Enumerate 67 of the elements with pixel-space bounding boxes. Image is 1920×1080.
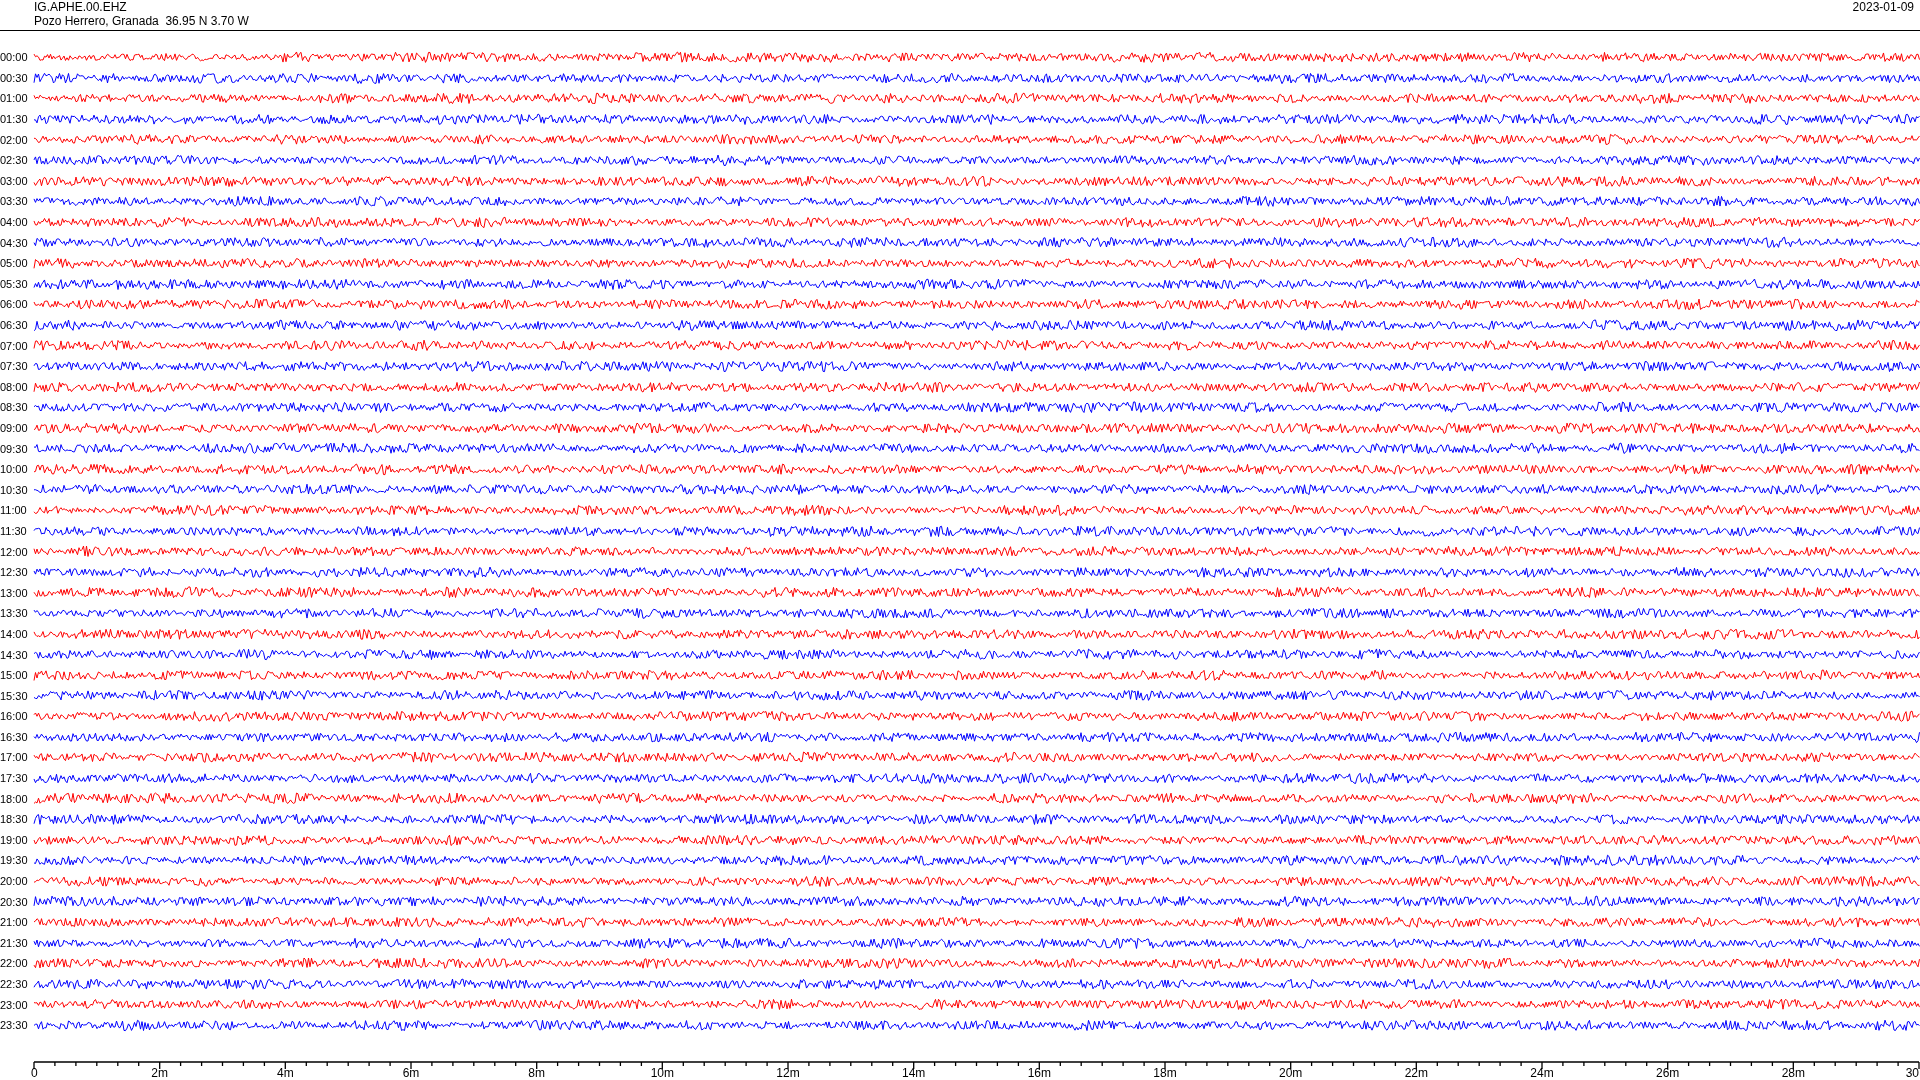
axis-tick-label: 8m bbox=[528, 1065, 545, 1078]
time-label: 06:30 bbox=[0, 319, 29, 331]
axis-tick-label: 6m bbox=[402, 1065, 420, 1078]
time-label: 18:00 bbox=[0, 792, 29, 805]
time-label: 21:30 bbox=[0, 936, 29, 949]
time-label: 20:30 bbox=[0, 895, 29, 908]
station-location: Pozo Herrero, Granada 36.95 N 3.70 W bbox=[34, 14, 249, 28]
time-label: 07:00 bbox=[0, 339, 29, 352]
time-label: 22:00 bbox=[0, 957, 29, 970]
time-label: 13:30 bbox=[0, 607, 29, 620]
time-label: 21:00 bbox=[0, 916, 29, 929]
time-label: 16:00 bbox=[0, 710, 29, 723]
time-label: 01:30 bbox=[0, 113, 29, 126]
time-label: 17:00 bbox=[0, 751, 29, 764]
time-label: 17:30 bbox=[0, 772, 29, 785]
time-label: 11:00 bbox=[0, 504, 28, 517]
time-label: 19:30 bbox=[0, 854, 29, 867]
time-label: 10:00 bbox=[0, 463, 29, 476]
axis-tick-label: 30 bbox=[1905, 1065, 1919, 1078]
time-label: 22:30 bbox=[0, 978, 29, 990]
time-label: 16:30 bbox=[0, 730, 29, 743]
time-label: 07:30 bbox=[0, 360, 29, 373]
time-label: 06:00 bbox=[0, 298, 29, 311]
time-label: 23:00 bbox=[0, 998, 29, 1011]
axis-tick-label: 20m bbox=[1279, 1065, 1303, 1078]
time-label: 23:30 bbox=[0, 1019, 29, 1032]
date-label: 2023-01-09 bbox=[1852, 0, 1914, 14]
time-label: 19:00 bbox=[0, 833, 29, 846]
axis-tick-label: 28m bbox=[1781, 1065, 1805, 1078]
time-label: 08:00 bbox=[0, 380, 29, 393]
time-label: 13:00 bbox=[0, 586, 29, 599]
axis-tick-label: 12m bbox=[776, 1065, 800, 1078]
time-label: 12:00 bbox=[0, 545, 29, 558]
time-label: 11:30 bbox=[0, 524, 28, 537]
time-label: 03:30 bbox=[0, 195, 29, 208]
time-label: 04:30 bbox=[0, 236, 29, 249]
axis-tick-label: 10m bbox=[650, 1065, 674, 1078]
time-label: 04:00 bbox=[0, 216, 29, 229]
time-label: 18:30 bbox=[0, 813, 29, 826]
axis-tick-label: 22m bbox=[1404, 1065, 1428, 1078]
time-label: 09:00 bbox=[0, 422, 29, 434]
time-label: 02:30 bbox=[0, 154, 29, 167]
axis-tick-label: 18m bbox=[1153, 1065, 1177, 1078]
axis-tick-label: 26m bbox=[1656, 1065, 1680, 1078]
time-label: 05:30 bbox=[0, 277, 29, 290]
time-label: 15:30 bbox=[0, 689, 29, 702]
axis-tick-label: 14m bbox=[902, 1065, 926, 1078]
time-label: 05:00 bbox=[0, 257, 29, 270]
time-label: 10:30 bbox=[0, 483, 29, 496]
axis-tick-label: 2m bbox=[151, 1065, 168, 1078]
axis-tick-label: 16m bbox=[1027, 1065, 1051, 1078]
time-label: 03:00 bbox=[0, 174, 29, 187]
time-label: 08:30 bbox=[0, 401, 29, 414]
time-label: 00:00 bbox=[0, 51, 29, 64]
axis-tick-label: 4m bbox=[277, 1065, 294, 1078]
time-label: 09:30 bbox=[0, 442, 29, 455]
time-label: 01:00 bbox=[0, 92, 29, 105]
station-code: IG.APHE.00.EHZ bbox=[34, 0, 127, 14]
time-label: 14:00 bbox=[0, 627, 29, 640]
axis-tick-label: 24m bbox=[1530, 1065, 1554, 1078]
time-label: 12:30 bbox=[0, 566, 29, 579]
time-label: 14:30 bbox=[0, 648, 29, 661]
axis-tick-label: 0 bbox=[31, 1065, 38, 1078]
time-label: 20:00 bbox=[0, 875, 29, 888]
time-label: 15:00 bbox=[0, 669, 29, 682]
time-label: 02:00 bbox=[0, 133, 29, 146]
time-label: 00:30 bbox=[0, 71, 29, 84]
